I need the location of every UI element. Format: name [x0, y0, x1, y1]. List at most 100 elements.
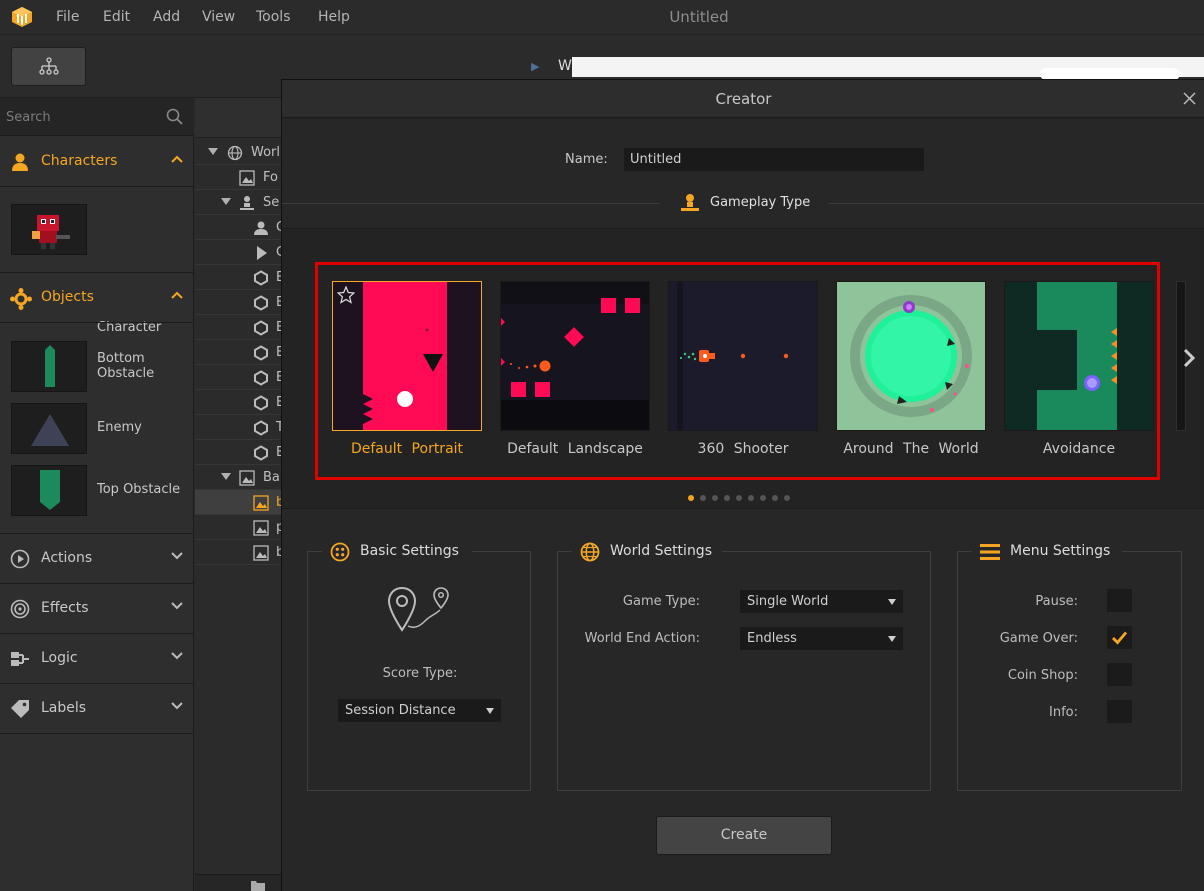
page-dot[interactable]: [736, 495, 742, 501]
world-end-action-dropdown[interactable]: Endless: [740, 627, 903, 650]
template-360-shooter[interactable]: [668, 281, 818, 431]
info-checkbox[interactable]: [1107, 700, 1132, 723]
expand-arrow-icon[interactable]: [221, 473, 231, 480]
map-pin-route-icon: [387, 586, 449, 632]
menu-edit[interactable]: Edit: [103, 9, 130, 25]
coin-shop-checkbox[interactable]: [1107, 663, 1132, 686]
hexagon-icon: [254, 320, 268, 336]
scene-tree-panel: Worl Fo Se C C E E E: [195, 98, 281, 891]
page-dot[interactable]: [760, 495, 766, 501]
default-portrait-preview: [333, 282, 481, 430]
category-actions[interactable]: Actions: [0, 534, 194, 584]
enemy-asset-label: Enemy: [97, 420, 142, 435]
game-type-value: Single World: [747, 594, 829, 609]
tree-row[interactable]: Ba: [195, 465, 281, 490]
page-dot[interactable]: [712, 495, 718, 501]
search-input[interactable]: [6, 108, 156, 126]
hexagon-icon: [254, 270, 268, 286]
category-label: Effects: [41, 600, 89, 616]
page-dot-active[interactable]: [688, 495, 694, 501]
spiral-icon: [10, 599, 30, 619]
world-settings-box: World Settings Game Type: Single World W…: [557, 540, 931, 791]
game-over-checkbox[interactable]: [1107, 626, 1132, 649]
tree-row[interactable]: Worl: [195, 140, 281, 165]
template-default-portrait[interactable]: [332, 281, 482, 431]
chevron-up-icon: [171, 155, 183, 163]
bottom-obstacle-asset-label: Bottom Obstacle: [97, 351, 154, 381]
bottom-obstacle-label-line2: Obstacle: [97, 366, 155, 381]
tree-row[interactable]: p: [195, 515, 281, 540]
play-circle-icon: [10, 549, 30, 569]
top-obstacle-asset-thumb[interactable]: [11, 465, 87, 516]
360-shooter-preview: [669, 282, 817, 430]
name-input[interactable]: [624, 148, 924, 171]
tree-row-label: Se: [263, 195, 280, 210]
image-icon: [239, 470, 255, 486]
tree-row[interactable]: C: [195, 240, 281, 265]
page-dot[interactable]: [724, 495, 730, 501]
folder-icon[interactable]: [250, 879, 266, 891]
tree-row[interactable]: E: [195, 390, 281, 415]
gameplay-type-icon: [681, 194, 699, 211]
tree-row[interactable]: E: [195, 365, 281, 390]
name-label: Name:: [565, 152, 608, 167]
category-label: Logic: [41, 650, 78, 666]
tree-row-selected[interactable]: b: [195, 490, 281, 515]
tree-row[interactable]: E: [195, 340, 281, 365]
tree-row[interactable]: Se: [195, 190, 281, 215]
tree-row[interactable]: E: [195, 290, 281, 315]
create-button[interactable]: Create: [656, 816, 832, 855]
enemy-asset-thumb[interactable]: [11, 403, 87, 454]
template-default-landscape[interactable]: [500, 281, 650, 431]
page-dot[interactable]: [700, 495, 706, 501]
tree-row[interactable]: E: [195, 265, 281, 290]
bottom-obstacle-asset-thumb[interactable]: [11, 341, 87, 392]
category-objects[interactable]: Objects: [0, 273, 194, 323]
tree-footer: [195, 874, 281, 891]
search-icon[interactable]: [166, 108, 183, 125]
menu-settings-box: Menu Settings Pause: Game Over: Coin Sho…: [957, 540, 1182, 791]
menu-help[interactable]: Help: [318, 9, 350, 25]
page-dot[interactable]: [748, 495, 754, 501]
tree-row[interactable]: E: [195, 315, 281, 340]
game-type-dropdown[interactable]: Single World: [740, 590, 903, 613]
tree-row[interactable]: C: [195, 215, 281, 240]
menu-file[interactable]: File: [56, 9, 79, 25]
hierarchy-button[interactable]: [11, 47, 86, 86]
dialog-title: Creator: [715, 90, 772, 108]
template-around-the-world[interactable]: [836, 281, 986, 431]
tree-row-label: Worl: [251, 145, 281, 160]
tree-row[interactable]: T: [195, 415, 281, 440]
template-label: Avoidance: [1042, 441, 1116, 457]
category-effects[interactable]: Effects: [0, 584, 194, 634]
settings-section: Basic Settings Score Type: Session Dista…: [282, 508, 1204, 891]
category-characters[interactable]: Characters: [0, 137, 194, 187]
chevron-right-icon[interactable]: [1182, 348, 1196, 368]
tree-row[interactable]: Fo: [195, 165, 281, 190]
hexagon-icon: [254, 420, 268, 436]
page-dot[interactable]: [784, 495, 790, 501]
app-logo-icon: [12, 7, 32, 27]
template-avoidance[interactable]: [1004, 281, 1154, 431]
menu-add[interactable]: Add: [153, 9, 180, 25]
category-labels[interactable]: Labels: [0, 684, 194, 734]
menu-view[interactable]: View: [202, 9, 235, 25]
expand-arrow-icon[interactable]: [208, 148, 218, 155]
tree-row[interactable]: b: [195, 540, 281, 565]
enemy-sprite-icon: [31, 414, 69, 446]
menu-tools[interactable]: Tools: [256, 9, 291, 25]
dropdown-arrow-icon: [888, 636, 896, 642]
close-icon[interactable]: [1183, 92, 1196, 105]
category-label: Actions: [41, 550, 93, 566]
expand-arrow-icon[interactable]: [221, 198, 231, 205]
page-dot[interactable]: [772, 495, 778, 501]
world-end-action-label: World End Action:: [584, 631, 700, 646]
character-asset-thumb[interactable]: [11, 204, 87, 255]
score-type-dropdown[interactable]: Session Distance: [338, 699, 501, 722]
pause-checkbox[interactable]: [1107, 589, 1132, 612]
tree-row[interactable]: E: [195, 440, 281, 465]
default-landscape-preview: [501, 282, 649, 430]
star-icon[interactable]: [337, 286, 355, 304]
category-logic[interactable]: Logic: [0, 634, 194, 684]
dropdown-arrow-icon: [486, 708, 494, 714]
